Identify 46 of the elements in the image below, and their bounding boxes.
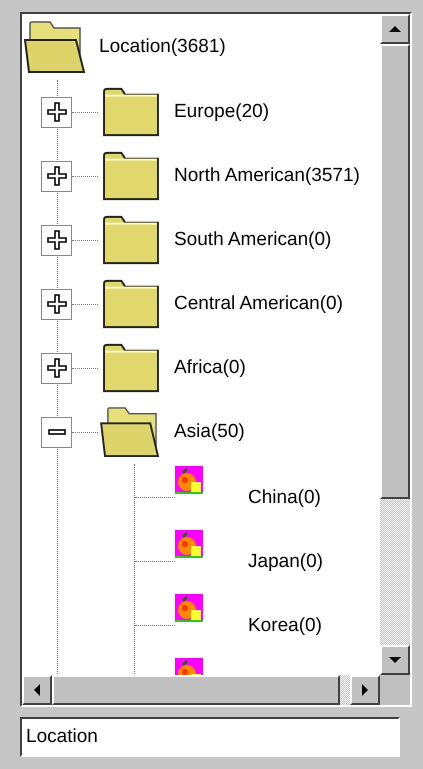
folder-icon (100, 150, 162, 202)
tree-item-label[interactable]: Location(3681) (99, 36, 226, 58)
folder-icon (100, 86, 162, 138)
up-arrow-icon (389, 25, 401, 33)
expand-button[interactable] (41, 288, 72, 320)
folder-icon (100, 278, 162, 330)
folder-icon (100, 214, 162, 266)
open-folder-icon (100, 406, 162, 458)
expand-button[interactable] (41, 224, 72, 256)
scroll-thumb[interactable] (52, 675, 340, 705)
horizontal-scrollbar[interactable] (22, 675, 380, 705)
expand-button[interactable] (41, 352, 72, 384)
minus-icon (48, 429, 66, 435)
plus-icon (44, 292, 68, 316)
folder-icon (100, 342, 162, 394)
expand-button[interactable] (41, 160, 72, 192)
collapse-button[interactable] (41, 416, 72, 448)
fruit-icon (175, 466, 203, 494)
tree-item-label[interactable]: Central American(0) (174, 293, 343, 315)
plus-icon (44, 228, 68, 252)
location-field[interactable]: Location (20, 717, 400, 757)
tree-item-label[interactable]: Korea(0) (248, 615, 322, 637)
left-arrow-icon (33, 684, 41, 696)
scroll-up-button[interactable] (380, 14, 410, 44)
tree-item-label[interactable]: Asia(50) (174, 421, 245, 443)
vertical-scrollbar[interactable] (380, 14, 410, 675)
scroll-thumb[interactable] (380, 44, 410, 499)
down-arrow-icon (389, 656, 401, 664)
fruit-icon (175, 530, 203, 558)
scroll-left-button[interactable] (22, 675, 52, 705)
tree-item-label[interactable]: Japan(0) (248, 551, 323, 573)
tree-item-label[interactable]: North American(3571) (174, 165, 360, 187)
tree-item-label[interactable]: Africa(0) (174, 357, 246, 379)
tree-item-label[interactable]: China(0) (248, 487, 321, 509)
scroll-right-button[interactable] (350, 675, 380, 705)
tree-item-label[interactable]: Europe(20) (174, 101, 270, 123)
plus-icon (44, 356, 68, 380)
scrollbar-corner (380, 675, 410, 705)
scroll-down-button[interactable] (380, 645, 410, 675)
fruit-icon (175, 594, 203, 622)
right-arrow-icon (361, 684, 369, 696)
tree-item-label[interactable]: South American(0) (174, 229, 332, 251)
plus-icon (44, 164, 68, 188)
scroll-track[interactable] (340, 675, 350, 705)
expand-button[interactable] (41, 96, 72, 128)
plus-icon (44, 100, 68, 124)
